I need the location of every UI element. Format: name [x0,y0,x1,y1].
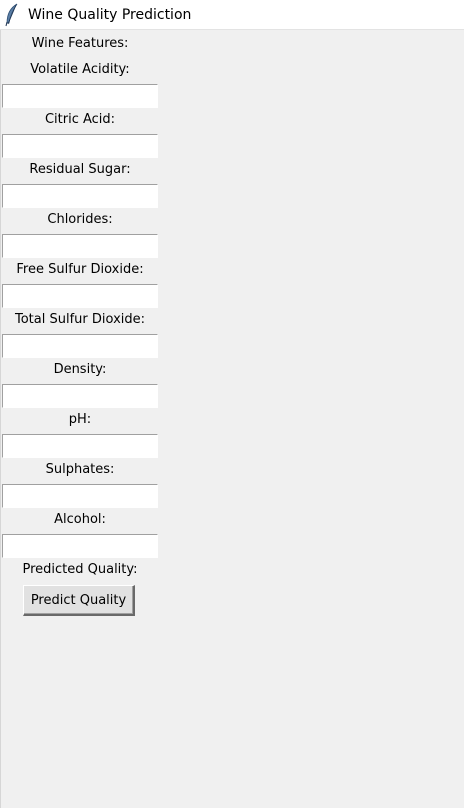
chlorides-label: Chlorides: [47,212,113,227]
ph-input[interactable] [2,434,158,458]
total-sulfur-dioxide-label: Total Sulfur Dioxide: [15,312,145,327]
citric-acid-input[interactable] [2,134,158,158]
total-sulfur-dioxide-input[interactable] [2,334,158,358]
alcohol-label: Alcohol: [54,512,106,527]
free-sulfur-dioxide-input[interactable] [2,284,158,308]
residual-sugar-input[interactable] [2,184,158,208]
citric-acid-label: Citric Acid: [44,112,116,127]
features-header: Wine Features: [31,36,129,51]
chlorides-input[interactable] [2,234,158,258]
predict-quality-button[interactable]: Predict Quality [23,585,135,616]
title-bar: Wine Quality Prediction [0,0,464,30]
residual-sugar-label: Residual Sugar: [29,162,131,177]
free-sulfur-dioxide-label: Free Sulfur Dioxide: [16,262,144,277]
ph-label: pH: [68,412,92,427]
predicted-quality-label: Predicted Quality: [22,562,138,577]
sulphates-input[interactable] [2,484,158,508]
feather-icon [5,3,18,27]
window-title: Wine Quality Prediction [28,7,192,23]
volatile-acidity-label: Volatile Acidity: [30,62,130,77]
density-input[interactable] [2,384,158,408]
alcohol-input[interactable] [2,534,158,558]
sulphates-label: Sulphates: [45,462,115,477]
density-label: Density: [53,362,107,377]
volatile-acidity-input[interactable] [2,84,158,108]
